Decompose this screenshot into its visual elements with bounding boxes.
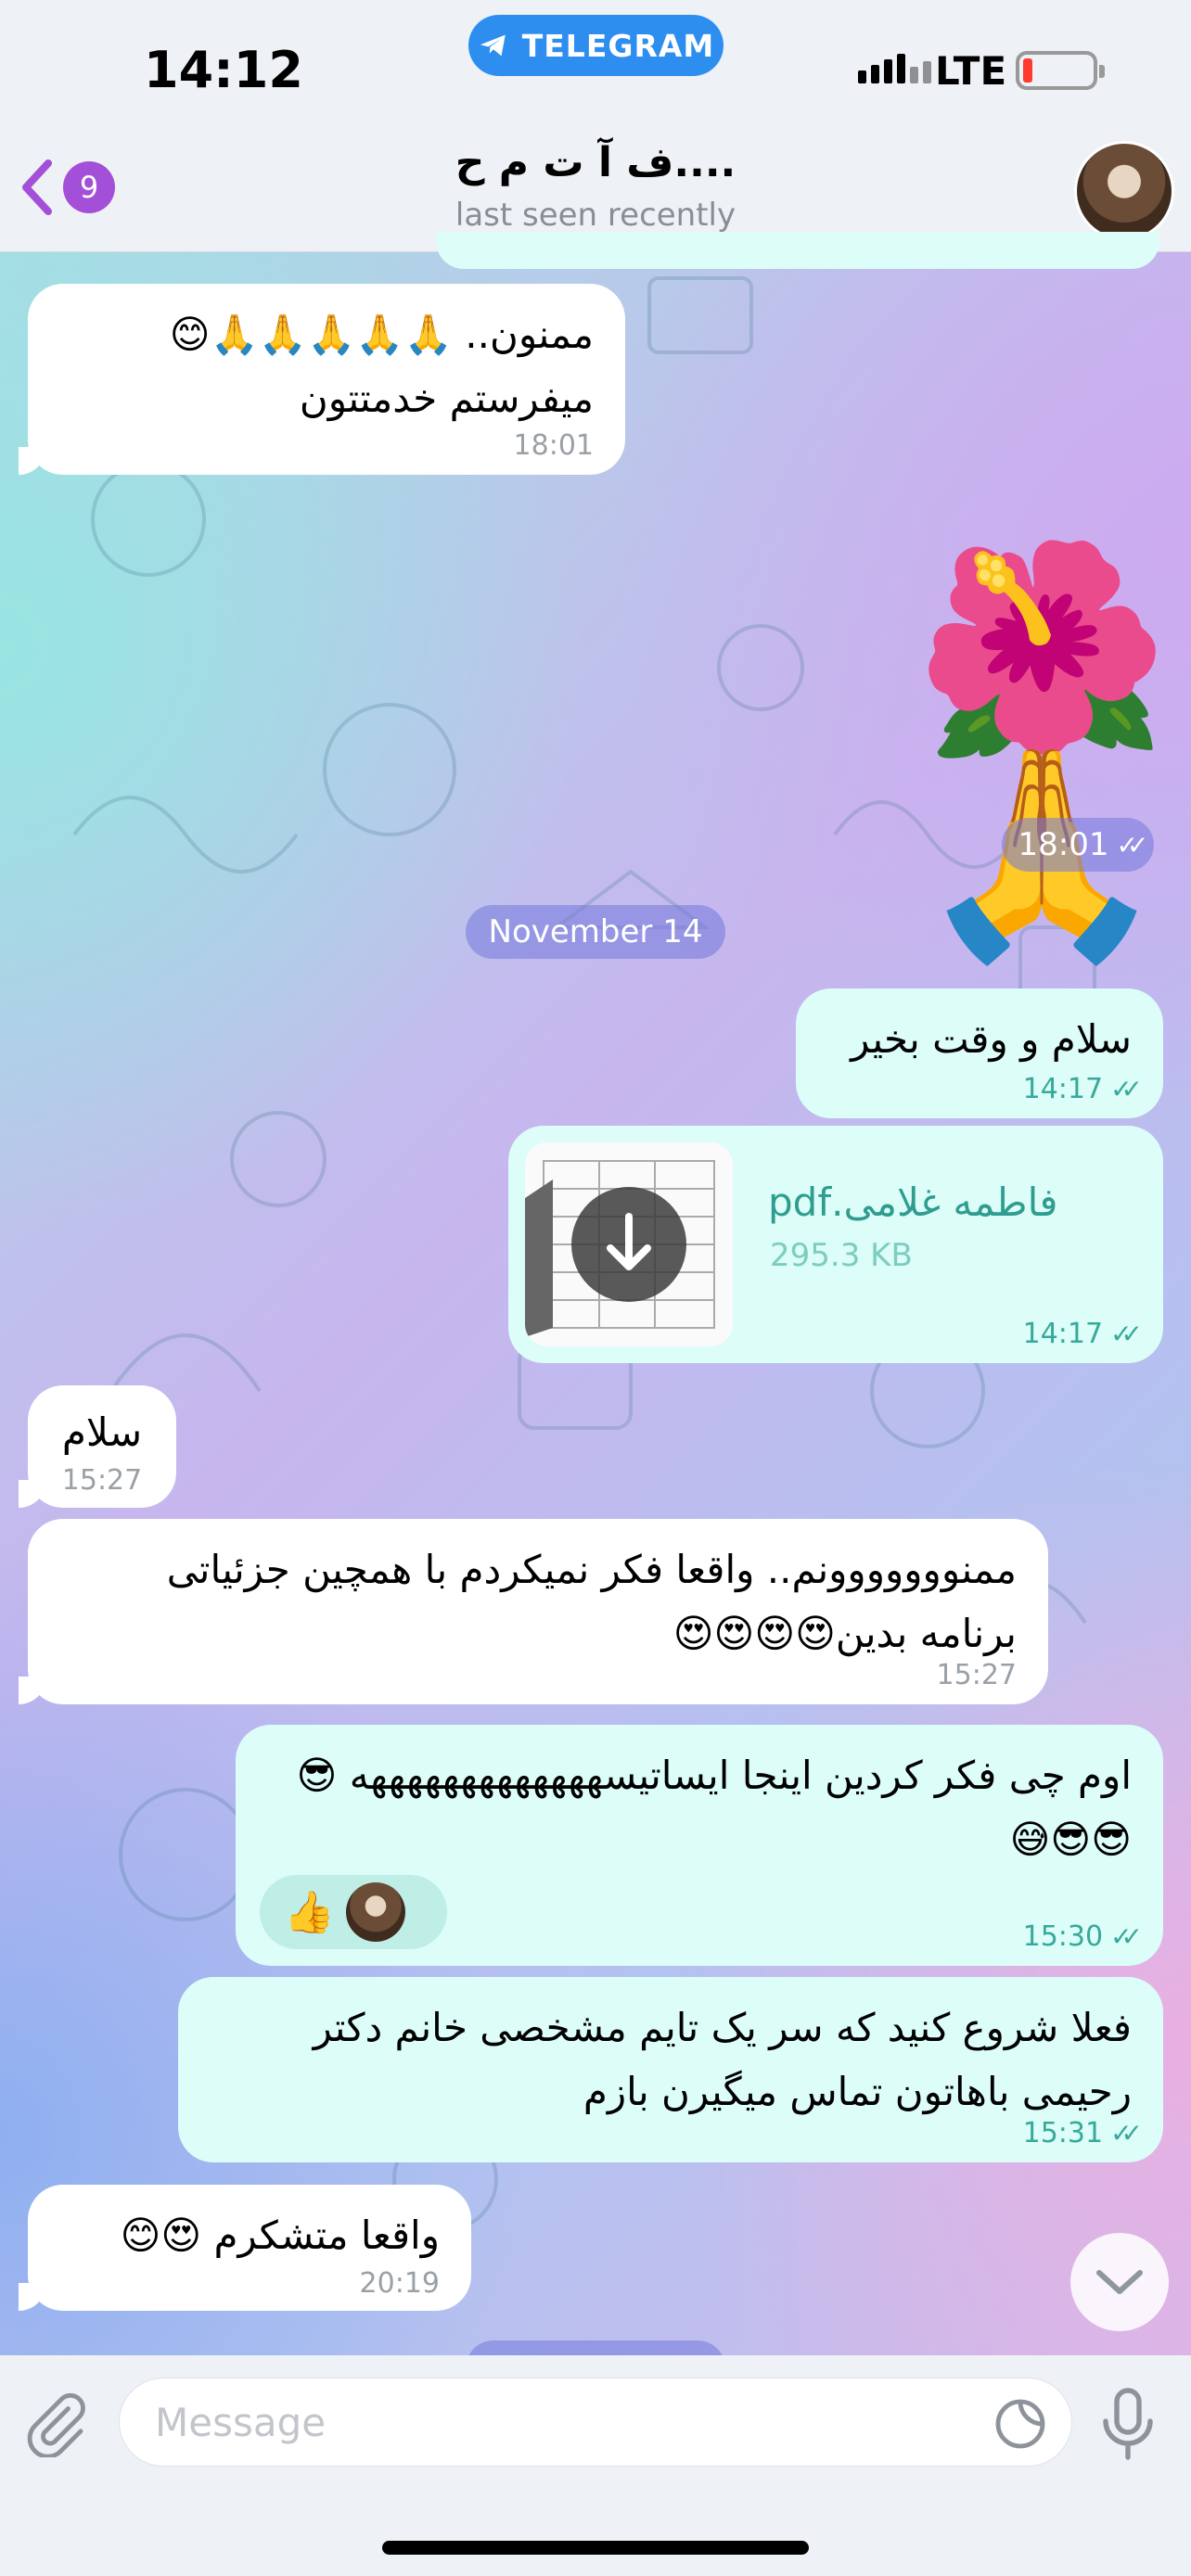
signal-icon bbox=[858, 54, 931, 83]
status-time: 14:12 bbox=[144, 41, 303, 99]
read-check-icon: ✓✓ bbox=[1116, 829, 1149, 861]
message-text: ممنون.. 🙏🙏🙏🙏🙏😊 میفرستم خدمتتون bbox=[169, 312, 594, 422]
message-time: 18:01 bbox=[1018, 826, 1109, 863]
voice-button[interactable] bbox=[1098, 2385, 1158, 2467]
message-time: 15:27 bbox=[936, 1659, 1017, 1691]
message-bubble-outgoing[interactable]: اوم چی فکر کردین اینجا ایساتیسهههههههههه… bbox=[236, 1725, 1163, 1966]
paperclip-icon bbox=[27, 2393, 85, 2459]
message-time: 20:19 bbox=[359, 2267, 440, 2300]
message-text: واقعا متشکرم 😍😊 bbox=[120, 2213, 440, 2258]
message-bubble-outgoing[interactable]: فعلا شروع کنید که سر یک تایم مشخصی خانم … bbox=[178, 1977, 1163, 2162]
message-time: 15:30 bbox=[1022, 1920, 1104, 1953]
message-time: 14:17 bbox=[1022, 1073, 1104, 1105]
battery-icon bbox=[1016, 51, 1105, 90]
emoji-message-time: 18:01 ✓✓ bbox=[1002, 818, 1154, 872]
previous-message-bubble[interactable] bbox=[436, 232, 1159, 269]
network-type: LTE bbox=[935, 48, 1007, 94]
telegram-pill[interactable]: TELEGRAM bbox=[468, 15, 724, 76]
message-meta: 14:17 ✓✓ bbox=[827, 1073, 1143, 1105]
message-time: 15:27 bbox=[61, 1464, 143, 1498]
message-meta: 14:17 ✓✓ bbox=[540, 1318, 1143, 1350]
message-time: 14:17 bbox=[1022, 1318, 1104, 1350]
chat-subtitle: last seen recently bbox=[455, 197, 736, 234]
message-bubble-incoming[interactable]: ممنون.. 🙏🙏🙏🙏🙏😊 میفرستم خدمتتون 18:01 bbox=[19, 284, 625, 475]
file-thumbnail[interactable] bbox=[525, 1142, 733, 1346]
message-bubble-incoming[interactable]: واقعا متشکرم 😍😊 20:19 bbox=[19, 2185, 471, 2311]
avatar[interactable] bbox=[1074, 141, 1174, 241]
message-text: ممنووووووونم.. واقعا فکر نمیکردم با همچی… bbox=[166, 1547, 1017, 1657]
read-check-icon: ✓✓ bbox=[1110, 1074, 1143, 1104]
read-check-icon: ✓✓ bbox=[1110, 1921, 1143, 1952]
home-indicator bbox=[382, 2541, 809, 2555]
scroll-down-button[interactable] bbox=[1070, 2233, 1169, 2331]
message-bubble-outgoing[interactable]: سلام و وقت بخیر 14:17 ✓✓ bbox=[796, 988, 1163, 1118]
message-bubble-incoming[interactable]: ممنووووووونم.. واقعا فکر نمیکردم با همچی… bbox=[19, 1519, 1048, 1704]
microphone-icon bbox=[1103, 2388, 1153, 2460]
message-text: فعلا شروع کنید که سر یک تایم مشخصی خانم … bbox=[313, 2005, 1132, 2115]
message-meta: 15:31 ✓✓ bbox=[210, 2117, 1143, 2149]
message-composer: Message bbox=[0, 2355, 1191, 2576]
chevron-down-icon bbox=[1096, 2270, 1143, 2294]
file-message-bubble[interactable]: فاطمه غلامی.pdf 295.3 KB 14:17 ✓✓ bbox=[508, 1126, 1163, 1363]
message-time: 18:01 bbox=[513, 429, 594, 462]
status-bar: 14:12 TELEGRAM LTE bbox=[0, 0, 1191, 130]
sticker-button[interactable] bbox=[991, 2394, 1050, 2457]
read-check-icon: ✓✓ bbox=[1110, 1319, 1143, 1349]
message-input[interactable]: Message bbox=[119, 2378, 1072, 2467]
telegram-icon bbox=[480, 34, 506, 57]
file-name: فاطمه غلامی.pdf bbox=[768, 1180, 1058, 1225]
date-separator: November 14 bbox=[466, 905, 725, 959]
document-preview-icon bbox=[525, 1142, 733, 1346]
message-text: اوم چی فکر کردین اینجا ایساتیسهههههههههه… bbox=[296, 1753, 1132, 1863]
emoji-message[interactable]: 🌺🙏 bbox=[696, 547, 1169, 955]
chat-title[interactable]: ف آ ت م ح.... bbox=[0, 139, 1191, 186]
message-text: سلام و وقت بخیر bbox=[851, 1016, 1132, 1062]
message-meta: 15:30 ✓✓ bbox=[267, 1920, 1143, 1953]
message-placeholder: Message bbox=[155, 2399, 327, 2445]
file-size: 295.3 KB bbox=[770, 1237, 913, 1274]
message-text: سلام bbox=[61, 1409, 143, 1455]
telegram-pill-label: TELEGRAM bbox=[521, 27, 715, 64]
read-check-icon: ✓✓ bbox=[1110, 2118, 1143, 2149]
attach-button[interactable] bbox=[22, 2391, 89, 2461]
message-bubble-incoming[interactable]: سلام 15:27 bbox=[19, 1385, 176, 1508]
sticker-icon bbox=[995, 2399, 1045, 2449]
message-time: 15:31 bbox=[1022, 2117, 1104, 2149]
